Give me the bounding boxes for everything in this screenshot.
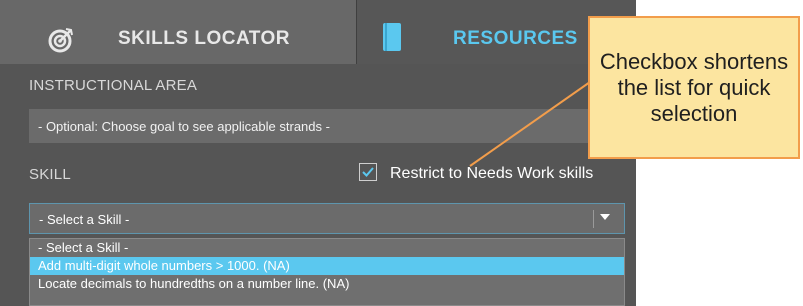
annotation-callout-text: Checkbox shortens the list for quick sel… — [599, 48, 789, 126]
annotation-callout: Checkbox shortens the list for quick sel… — [588, 16, 800, 159]
